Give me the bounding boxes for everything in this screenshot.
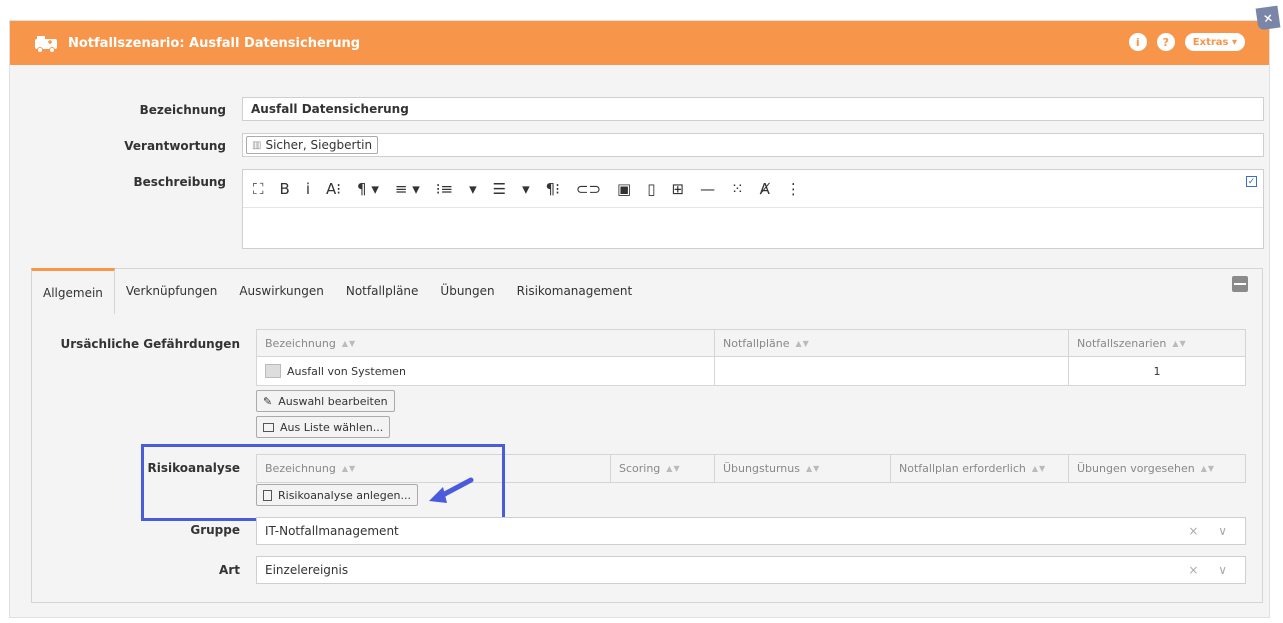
editor-tool-icon[interactable]: — (700, 180, 715, 198)
editor-tool-icon[interactable]: ⛶ (253, 180, 264, 198)
editor-tool-icon[interactable]: ▾ (469, 180, 477, 198)
clear-and-dropdown-icons[interactable]: × ∨ (1188, 563, 1235, 577)
editor-tool-icon[interactable]: B (280, 180, 290, 198)
column-header-bezeichnung[interactable]: Bezeichnung ▲▼ (257, 330, 715, 356)
editor-tool-icon[interactable]: ¶⁝ (546, 180, 560, 198)
art-value: Einzelereignis (265, 563, 349, 577)
window-title: Notfallszenario: Ausfall Datensicherung (68, 35, 361, 51)
verantwortung-input[interactable]: ▥ Sicher, Siegbertin (242, 133, 1264, 157)
ambulance-icon (34, 33, 58, 53)
tab-verknuepfungen[interactable]: Verknüpfungen (115, 268, 228, 314)
tab-risikomanagement[interactable]: Risikomanagement (506, 268, 644, 314)
edit-icon: ✎ (263, 394, 273, 408)
editor-tool-icon[interactable]: ⊞ (672, 180, 685, 198)
editor-tool-icon[interactable]: ⁙ (731, 180, 744, 198)
editor-tool-icon[interactable]: ⁝≡ (436, 180, 453, 198)
close-icon[interactable]: × (1255, 5, 1281, 31)
beschreibung-label: Beschreibung (133, 175, 226, 189)
editor-tool-icon[interactable]: ¶ ▾ (357, 180, 379, 198)
bezeichnung-value: Ausfall Datensicherung (251, 102, 409, 116)
sort-icon: ▲▼ (795, 338, 810, 348)
person-chip[interactable]: ▥ Sicher, Siegbertin (246, 136, 379, 154)
sort-icon: ▲▼ (805, 464, 821, 473)
column-header-scoring[interactable]: Scoring ▲▼ (611, 455, 715, 482)
editor-tool-icon[interactable]: ⋮ (786, 180, 801, 198)
help-icon[interactable]: ? (1156, 33, 1175, 51)
table-header: Bezeichnung ▲▼ Notfallpläne ▲▼ Notfallszen… (257, 330, 1245, 357)
column-header-notfallszenarien[interactable]: Notfallszenarien ▲▼ (1069, 330, 1245, 356)
bezeichnung-input[interactable]: Ausfall Datensicherung (242, 97, 1264, 121)
pointer-arrow-icon (429, 477, 474, 503)
tab-uebungen[interactable]: Übungen (429, 268, 505, 314)
editor-tool-icon[interactable]: ▯ (647, 180, 655, 198)
table-row[interactable]: Ausfall von Systemen 1 (257, 357, 1245, 385)
choose-from-list-button[interactable]: Aus Liste wählen... (256, 416, 391, 438)
tab-panel-allgemein (31, 268, 1263, 603)
bezeichnung-label: Bezeichnung (139, 103, 226, 117)
tab-notfallplaene[interactable]: Notfallpläne (335, 268, 430, 314)
column-header-notfallplan-erforderlich[interactable]: Notfallplan erforderlich ▲▼ (891, 455, 1069, 482)
column-header-notfallplaene[interactable]: Notfallpläne ▲▼ (715, 330, 1069, 356)
collapse-panel-icon[interactable] (1232, 276, 1248, 292)
column-header-uebungsturnus[interactable]: Übungsturnus ▲▼ (715, 455, 891, 482)
gruppe-label: Gruppe (190, 523, 240, 537)
gefaehrdungen-table: Bezeichnung ▲▼ Notfallpläne ▲▼ Notfallszen… (256, 329, 1246, 386)
cell-notfallszenarien: 1 (1153, 364, 1161, 378)
sort-icon: ▲▼ (666, 464, 681, 473)
editor-tool-icon[interactable]: ▾ (522, 180, 530, 198)
cell-notfallplaene (715, 357, 1069, 385)
sort-icon: ▲▼ (341, 338, 357, 348)
chevron-down-icon: ▾ (1228, 36, 1237, 48)
info-icon[interactable]: i (1128, 33, 1147, 51)
editor-tool-icon[interactable]: ≡ ▾ (395, 180, 420, 198)
verantwortung-label: Verantwortung (124, 139, 226, 153)
tab-auswirkungen[interactable]: Auswirkungen (228, 268, 335, 314)
editor-toolbar: ⛶ Bi A⁝ ¶ ▾ ≡ ▾ ⁝≡ ▾ ☰ ▾ ¶⁝ ⊂⊃ ▣ ▯ ⊞ — ⁙ Ⱥ ⋮ (243, 170, 1263, 208)
trash-icon: ▥ (252, 139, 262, 151)
description-editor[interactable]: ⛶ Bi A⁝ ¶ ▾ ≡ ▾ ⁝≡ ▾ ☰ ▾ ¶⁝ ⊂⊃ ▣ ▯ ⊞ — ⁙ Ⱥ ⋮ ✓ (242, 169, 1264, 249)
sort-icon: ▲▼ (1031, 464, 1047, 473)
list-icon (263, 422, 274, 432)
gruppe-value: IT-Notfallmanagement (265, 524, 399, 538)
cell-bezeichnung: Ausfall von Systemen (287, 364, 406, 378)
editor-tool-icon[interactable]: ☰ (493, 180, 506, 198)
sort-icon: ▲▼ (1172, 338, 1187, 348)
tab-bar: Allgemein Verknüpfungen Auswirkungen Not… (31, 268, 643, 314)
editor-tool-icon[interactable]: A⁝ (326, 180, 341, 198)
editor-tool-icon[interactable]: ⊂⊃ (576, 180, 601, 198)
person-name: Sicher, Siegbertin (265, 138, 373, 152)
sort-icon: ▲▼ (1200, 464, 1216, 473)
art-select[interactable]: Einzelereignis × ∨ (256, 556, 1246, 584)
threat-icon (265, 364, 281, 378)
tab-allgemein[interactable]: Allgemein (31, 268, 115, 314)
scenario-window: Notfallszenario: Ausfall Datensicherung … (9, 5, 1281, 618)
editor-tool-icon[interactable]: i (306, 180, 310, 198)
extras-label: Extras (1192, 36, 1229, 48)
art-label: Art (219, 563, 240, 577)
gefaehrdungen-label: Ursächliche Gefährdungen (60, 337, 240, 351)
editor-tool-icon[interactable]: Ⱥ (760, 180, 770, 198)
gruppe-select[interactable]: IT-Notfallmanagement × ∨ (256, 517, 1246, 545)
editor-tool-icon[interactable]: ▣ (617, 180, 631, 198)
clear-and-dropdown-icons[interactable]: × ∨ (1188, 524, 1235, 538)
edit-selection-button[interactable]: ✎ Auswahl bearbeiten (256, 390, 395, 412)
column-header-uebungen-vorgesehen[interactable]: Übungen vorgesehen ▲▼ (1069, 455, 1245, 482)
checkbox-icon[interactable]: ✓ (1246, 176, 1257, 187)
extras-button[interactable]: Extras ▾ (1184, 33, 1245, 51)
title-bar: Notfallszenario: Ausfall Datensicherung … (10, 5, 1281, 65)
